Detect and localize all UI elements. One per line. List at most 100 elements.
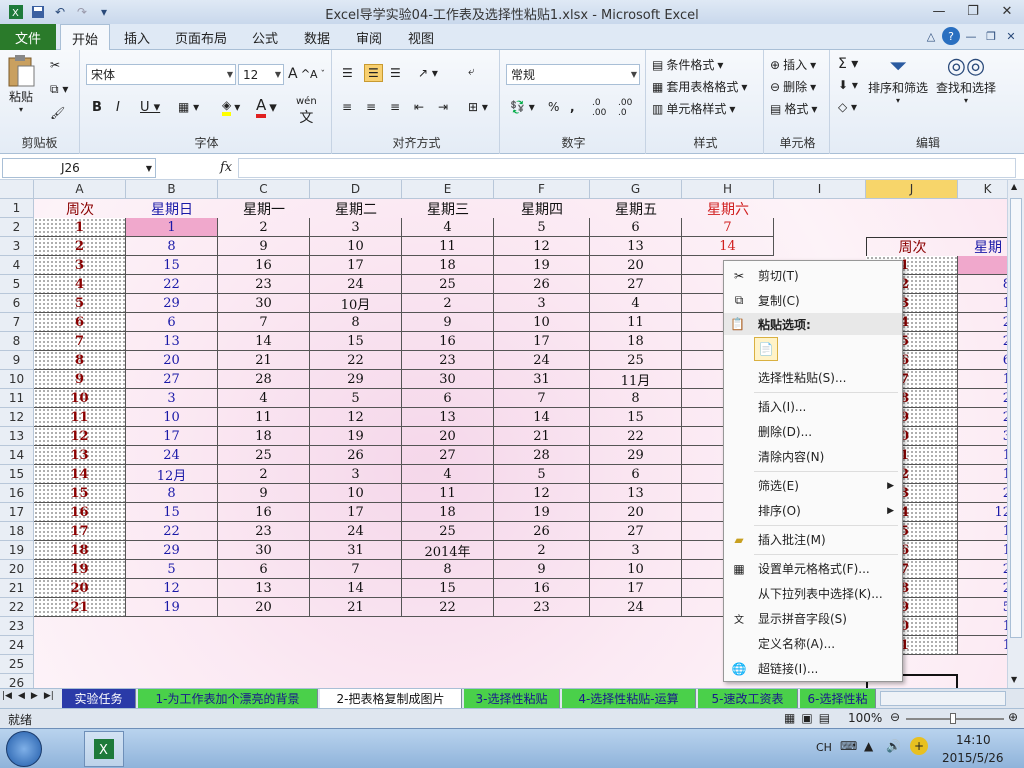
grow-font-icon[interactable]: A ^ [288, 66, 310, 82]
row-header[interactable]: 15 [0, 465, 34, 484]
menu-item-hyperlink[interactable]: 🌐 超链接(I)... [724, 656, 902, 681]
number-format-combo[interactable]: 常规 ▼ [506, 64, 640, 85]
cell[interactable]: 14 [218, 332, 310, 351]
cell[interactable]: 24 [310, 522, 402, 541]
cell[interactable]: 4 [402, 465, 494, 484]
volume-icon[interactable]: 🔊 [886, 739, 901, 753]
cell[interactable]: 18 [402, 256, 494, 275]
cut-icon[interactable]: ✂ [50, 58, 60, 72]
cell[interactable]: 12 [494, 237, 590, 256]
cell[interactable]: 11 [34, 408, 126, 427]
cell[interactable]: 8 [402, 560, 494, 579]
cell[interactable]: 25 [402, 522, 494, 541]
italic-button[interactable]: I [116, 100, 120, 115]
find-select-button[interactable]: ◎◎ 查找和选择 ▾ [936, 54, 996, 105]
sort-filter-button[interactable]: ⏷ 排序和筛选 ▾ [868, 54, 928, 105]
column-header[interactable]: H [682, 180, 774, 199]
decrease-decimal-icon[interactable]: .00.0 [618, 98, 632, 118]
sheet-tab[interactable]: 3-选择性粘贴 [464, 689, 560, 708]
cell[interactable]: 17 [590, 579, 682, 598]
row-header[interactable]: 25 [0, 655, 34, 674]
cell[interactable]: 7 [310, 560, 402, 579]
scroll-up-icon[interactable]: ▲ [1011, 182, 1017, 191]
cell[interactable]: 19 [494, 256, 590, 275]
format-cells-button[interactable]: ▤ 格式 ▾ [770, 100, 817, 117]
cell[interactable]: 10 [310, 484, 402, 503]
cell[interactable]: 11 [218, 408, 310, 427]
cell[interactable]: 16 [218, 256, 310, 275]
font-name-combo[interactable]: 宋体 ▼ [86, 64, 236, 85]
keyboard-icon[interactable]: ⌨ [840, 739, 857, 753]
cell[interactable]: 20 [590, 503, 682, 522]
cell[interactable]: 10 [34, 389, 126, 408]
cell[interactable]: 13 [218, 579, 310, 598]
cell[interactable]: 29 [310, 370, 402, 389]
cell[interactable]: 13 [126, 332, 218, 351]
zoom-level[interactable]: 100% [848, 711, 882, 725]
cell[interactable]: 2 [494, 541, 590, 560]
font-color-icon[interactable]: A ▾ [256, 96, 277, 118]
cell[interactable]: 18 [402, 503, 494, 522]
cell[interactable]: 9 [34, 370, 126, 389]
cell[interactable]: 10月 [310, 294, 402, 313]
excel-app-icon[interactable]: X [6, 2, 26, 22]
cell[interactable]: 13 [34, 446, 126, 465]
row-header[interactable]: 5 [0, 275, 34, 294]
tab-formulas[interactable]: 公式 [242, 24, 288, 50]
cell[interactable]: 29 [590, 446, 682, 465]
cell[interactable]: 17 [34, 522, 126, 541]
first-sheet-icon[interactable]: |◀ [2, 691, 12, 701]
cell[interactable]: 9 [218, 237, 310, 256]
copy-icon[interactable]: ⧉ ▾ [50, 82, 68, 97]
decrease-indent-icon[interactable]: ⇤ [414, 100, 424, 114]
cell[interactable]: 10 [126, 408, 218, 427]
cell[interactable]: 27 [590, 522, 682, 541]
cell[interactable]: 6 [34, 313, 126, 332]
align-center-icon[interactable]: ≡ [366, 100, 376, 114]
cell[interactable]: 12 [34, 427, 126, 446]
cell[interactable]: 26 [494, 522, 590, 541]
cell[interactable]: 21 [310, 598, 402, 617]
conditional-format-button[interactable]: ▤ 条件格式 ▾ [652, 56, 723, 73]
tab-data[interactable]: 数据 [294, 24, 340, 50]
cell[interactable]: 14 [682, 237, 774, 256]
column-header[interactable]: I [774, 180, 866, 199]
border-icon[interactable]: ▦ ▾ [178, 100, 199, 114]
cell[interactable]: 22 [310, 351, 402, 370]
cell[interactable]: 20 [218, 598, 310, 617]
redo-icon[interactable]: ↷ [72, 2, 92, 22]
page-layout-view-icon[interactable]: ▣ [801, 711, 812, 725]
cell[interactable]: 5 [34, 294, 126, 313]
formula-input[interactable] [238, 158, 1016, 178]
cell[interactable]: 24 [126, 446, 218, 465]
name-box[interactable]: J26 ▼ [2, 158, 156, 178]
cell[interactable]: 2 [218, 465, 310, 484]
cell[interactable]: 11 [402, 237, 494, 256]
row-header[interactable]: 1 [0, 199, 34, 218]
cell[interactable]: 19 [126, 598, 218, 617]
column-header[interactable]: D [310, 180, 402, 199]
cell[interactable]: 16 [218, 503, 310, 522]
cell[interactable]: 12月 [126, 465, 218, 484]
menu-item-insert-comment[interactable]: ▰ 插入批注(M) [724, 527, 902, 552]
cell[interactable]: 8 [126, 484, 218, 503]
cell[interactable]: 11月 [590, 370, 682, 389]
cell[interactable]: 20 [590, 256, 682, 275]
cell[interactable]: 周次 [34, 199, 126, 218]
cell-style-button[interactable]: ▥ 单元格样式 ▾ [652, 100, 735, 117]
cell[interactable]: 6 [126, 313, 218, 332]
row-header[interactable]: 17 [0, 503, 34, 522]
sheet-tab[interactable]: 2-把表格复制成图片 [320, 689, 462, 708]
cell[interactable]: 26 [310, 446, 402, 465]
tab-home[interactable]: 开始 [60, 24, 110, 51]
cell[interactable]: 17 [494, 332, 590, 351]
fill-icon[interactable]: ⬇ ▾ [838, 78, 858, 92]
next-sheet-icon[interactable]: ▶ [31, 691, 38, 701]
cell[interactable]: 8 [590, 389, 682, 408]
cell[interactable]: 2 [402, 294, 494, 313]
cell[interactable]: 7 [682, 218, 774, 237]
notification-icon[interactable]: + [910, 737, 928, 755]
cell[interactable]: 18 [34, 541, 126, 560]
cell[interactable]: 13 [590, 484, 682, 503]
horizontal-scrollbar[interactable] [880, 691, 1006, 706]
